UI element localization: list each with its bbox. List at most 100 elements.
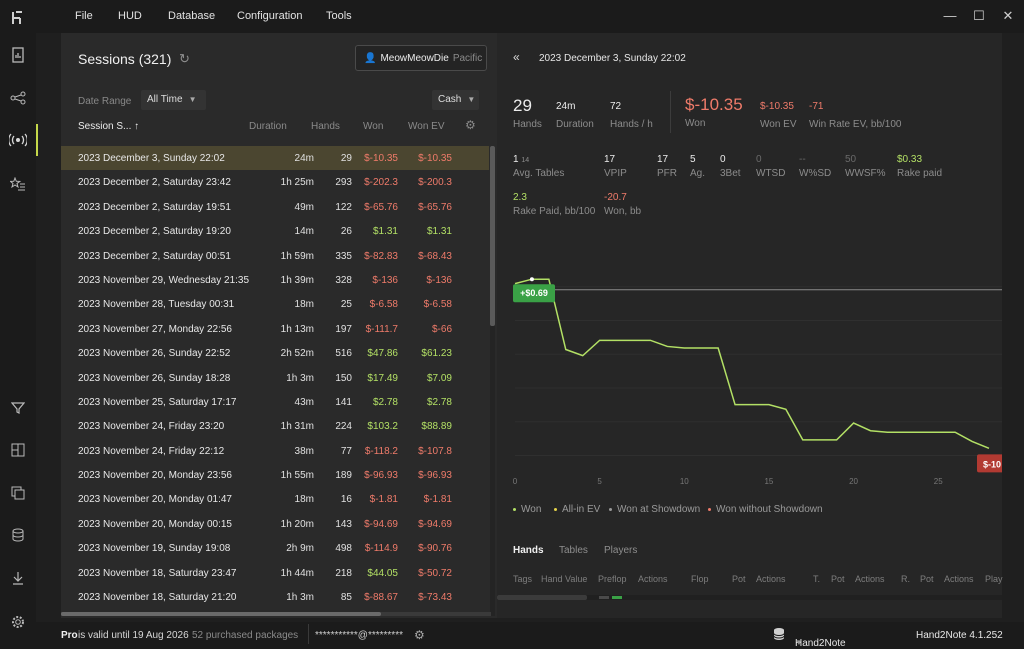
session-row[interactable]: 2023 November 26, Sunday 18:28 1h 3m 150 $1… bbox=[61, 366, 489, 390]
live-sessions-icon[interactable] bbox=[8, 130, 28, 150]
scrollbar-thumb[interactable] bbox=[490, 146, 495, 326]
stat-avg-tables: 1 14 Avg. Tables bbox=[513, 154, 565, 179]
reports-icon[interactable] bbox=[8, 45, 28, 65]
session-row[interactable]: 2023 November 24, Friday 22:12 38m 77 $-118… bbox=[61, 439, 489, 463]
minimize-icon[interactable]: — bbox=[942, 8, 958, 24]
app-logo-icon bbox=[8, 8, 28, 28]
close-icon[interactable]: ✕ bbox=[1000, 8, 1016, 24]
session-row[interactable]: 2023 November 24, Friday 23:20 1h 31m 224 $… bbox=[61, 414, 489, 438]
stat-ag-: 5 Ag. bbox=[690, 154, 706, 179]
starred-list-icon[interactable] bbox=[8, 174, 28, 194]
session-row[interactable]: 2023 November 25, Saturday 17:17 43m 141 $2… bbox=[61, 390, 489, 414]
stat-w-sd: -- W%SD bbox=[799, 154, 832, 179]
session-row[interactable]: 2023 December 3, Sunday 22:02 24m 29 $-10.3… bbox=[61, 146, 489, 171]
scrollbar-thumb[interactable] bbox=[61, 612, 381, 616]
session-row[interactable]: 2023 December 2, Saturday 19:20 14m 26 $1.3… bbox=[61, 219, 489, 243]
database-icon[interactable] bbox=[8, 525, 28, 545]
tab-players[interactable]: Players bbox=[604, 545, 637, 556]
menu-database[interactable]: Database bbox=[168, 10, 215, 22]
maximize-icon[interactable]: ☐ bbox=[971, 8, 987, 24]
hands-col-hand-value[interactable]: Hand Value bbox=[541, 574, 587, 584]
session-row[interactable]: 2023 November 20, Monday 00:15 1h 20m 143 $… bbox=[61, 512, 489, 536]
col-won-ev[interactable]: Won EV bbox=[408, 121, 445, 132]
hands-col-flop[interactable]: Flop bbox=[691, 574, 709, 584]
legend-won-no-showdown[interactable]: Won without Showdown bbox=[708, 504, 823, 515]
hands-col-t-[interactable]: T. bbox=[813, 574, 820, 584]
hands-col-actions[interactable]: Actions bbox=[756, 574, 786, 584]
filter-icon[interactable] bbox=[8, 398, 28, 418]
menu-hud[interactable]: HUD bbox=[118, 10, 142, 22]
sessions-scrollbar[interactable] bbox=[490, 146, 495, 616]
sessions-title: Sessions (321) bbox=[78, 51, 172, 67]
column-settings-icon[interactable]: ⚙ bbox=[465, 118, 476, 132]
menu-file[interactable]: File bbox=[75, 10, 93, 22]
hands-col-actions[interactable]: Actions bbox=[944, 574, 974, 584]
session-hands: 85 bbox=[340, 592, 352, 604]
menu-tools[interactable]: Tools bbox=[326, 10, 352, 22]
scrollbar-thumb[interactable] bbox=[497, 595, 587, 600]
session-row[interactable]: 2023 November 19, Sunday 19:08 2h 9m 498 $-… bbox=[61, 536, 489, 560]
session-row[interactable]: 2023 November 20, Monday 01:47 18m 16 $-1.8… bbox=[61, 487, 489, 511]
stat-hands-per-hour: 72 Hands / h bbox=[610, 101, 653, 130]
legend-won-showdown[interactable]: Won at Showdown bbox=[609, 504, 700, 515]
hands-col-r-[interactable]: R. bbox=[901, 574, 910, 584]
settings-icon[interactable] bbox=[8, 612, 28, 632]
date-range-dropdown[interactable]: All Time ▼ bbox=[141, 90, 206, 110]
legend-allin-ev[interactable]: All-in EV bbox=[554, 504, 600, 515]
session-row[interactable]: 2023 November 18, Saturday 23:47 1h 44m 21… bbox=[61, 561, 489, 585]
session-row[interactable]: 2023 November 26, Sunday 22:52 2h 52m 516 $… bbox=[61, 341, 489, 365]
session-row[interactable]: 2023 November 28, Tuesday 00:31 18m 25 $-6.… bbox=[61, 292, 489, 316]
session-date: 2023 November 19, Sunday 19:08 bbox=[78, 543, 231, 555]
stat-hands: 29 Hands bbox=[513, 96, 542, 130]
session-row[interactable]: 2023 November 27, Monday 22:56 1h 13m 197 $… bbox=[61, 317, 489, 341]
session-row[interactable]: 2023 December 2, Saturday 00:51 1h 59m 335… bbox=[61, 244, 489, 268]
hands-col-tags[interactable]: Tags bbox=[513, 574, 532, 584]
session-row[interactable]: 2023 December 2, Saturday 23:42 1h 25m 293… bbox=[61, 170, 489, 194]
hands-col-preflop[interactable]: Preflop bbox=[598, 574, 627, 584]
session-row[interactable]: 2023 November 18, Saturday 21:20 1h 3m 85 $… bbox=[61, 585, 489, 609]
col-duration[interactable]: Duration bbox=[249, 121, 287, 132]
hands-col-pot[interactable]: Pot bbox=[732, 574, 746, 584]
session-row[interactable]: 2023 November 20, Monday 23:56 1h 55m 189 $… bbox=[61, 463, 489, 487]
layout-icon[interactable] bbox=[8, 440, 28, 460]
download-icon[interactable] bbox=[8, 568, 28, 588]
session-date: 2023 December 2, Saturday 19:20 bbox=[78, 226, 231, 238]
stat-rake-paid-bb: 2.3 Rake Paid, bb/100 bbox=[513, 192, 596, 217]
hands-col-pot[interactable]: Pot bbox=[920, 574, 934, 584]
session-duration: 2h 9m bbox=[286, 543, 314, 555]
game-type-dropdown[interactable]: Cash ▼ bbox=[432, 90, 479, 110]
legend-won[interactable]: Won bbox=[513, 504, 541, 515]
hands-col-pot[interactable]: Pot bbox=[831, 574, 845, 584]
hands-scrollbar[interactable] bbox=[497, 595, 1002, 600]
account-settings-icon[interactable]: ⚙ bbox=[414, 628, 425, 642]
range-share-icon[interactable] bbox=[8, 88, 28, 108]
packages-link[interactable]: 52 purchased packages bbox=[192, 630, 298, 641]
game-type-value: Cash bbox=[438, 94, 462, 105]
date-range-label: Date Range bbox=[78, 96, 132, 107]
windows-icon[interactable] bbox=[8, 483, 28, 503]
session-row[interactable]: 2023 December 2, Saturday 19:51 49m 122 $-6… bbox=[61, 195, 489, 219]
hands-col-actions[interactable]: Actions bbox=[638, 574, 668, 584]
session-won: $-136 bbox=[372, 274, 398, 286]
hands-col-actions[interactable]: Actions bbox=[855, 574, 885, 584]
tab-tables[interactable]: Tables bbox=[559, 545, 588, 556]
player-timezone: Pacific bbox=[452, 52, 483, 64]
refresh-icon[interactable]: ↻ bbox=[179, 51, 190, 67]
player-selector[interactable]: 👤 MeowMeowDie Pacific bbox=[355, 45, 487, 71]
session-duration: 2h 52m bbox=[280, 348, 314, 360]
session-duration: 1h 59m bbox=[280, 250, 314, 262]
session-won-ev: $7.09 bbox=[426, 372, 452, 384]
session-row[interactable]: 2023 November 29, Wednesday 21:35 1h 39m 3… bbox=[61, 268, 489, 292]
hands-col-play[interactable]: Play bbox=[985, 574, 1003, 584]
session-date: 2023 November 24, Friday 22:12 bbox=[78, 445, 225, 457]
col-won[interactable]: Won bbox=[363, 121, 383, 132]
session-won-ev: $-65.76 bbox=[418, 201, 452, 213]
menu-configuration[interactable]: Configuration bbox=[237, 10, 302, 22]
sessions-hscrollbar[interactable] bbox=[61, 612, 491, 616]
tab-hands[interactable]: Hands bbox=[513, 545, 544, 556]
x-tick-label: 15 bbox=[764, 477, 773, 486]
col-hands[interactable]: Hands bbox=[311, 121, 340, 132]
col-session-start[interactable]: Session S... ↑ bbox=[78, 121, 139, 132]
session-won-ev: $-6.58 bbox=[423, 299, 452, 311]
collapse-left-icon[interactable]: « bbox=[513, 50, 520, 64]
